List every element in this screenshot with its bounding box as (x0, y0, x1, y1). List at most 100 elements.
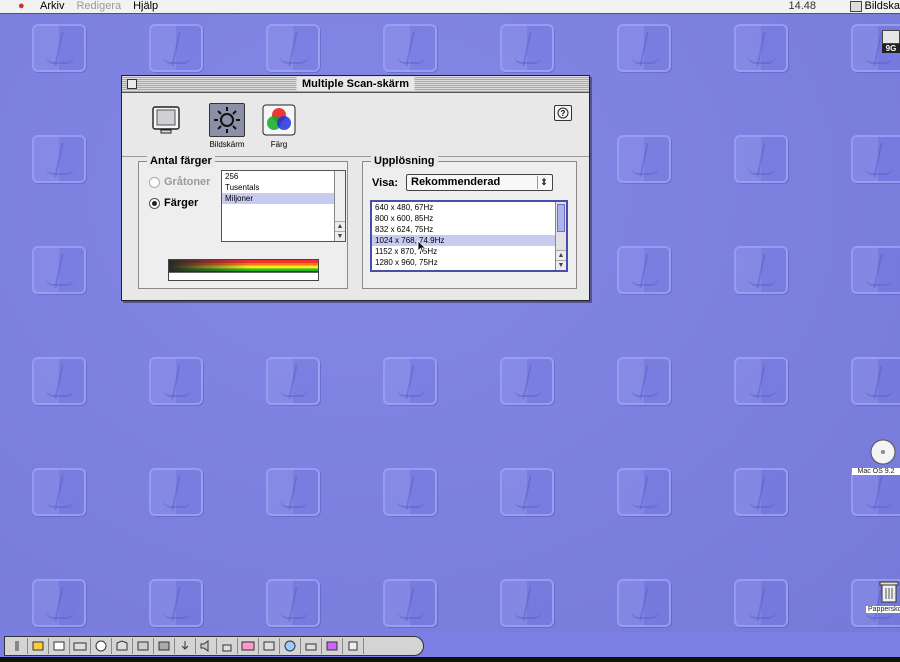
desktop-pattern-tile (266, 579, 320, 627)
panel-toolbar: Bildskärm Färg ? (122, 94, 589, 156)
resolution-option[interactable]: 800 x 600, 85Hz (372, 213, 566, 224)
color-spectrum-preview (168, 259, 319, 281)
desktop-pattern-tile (734, 357, 788, 405)
desktop-pattern-tile (617, 135, 671, 183)
cd-disc-label: Mac OS 9.2 (852, 468, 900, 475)
printer-icon[interactable] (175, 638, 196, 654)
energy-saver-icon[interactable] (322, 638, 343, 654)
application-name: Bildska (864, 0, 900, 12)
window-title: Multiple Scan-skärm (296, 77, 415, 91)
desktop-pattern-tile (32, 468, 86, 516)
monitor-resolution-icon[interactable] (154, 638, 175, 654)
radio-farger-dot (149, 197, 160, 209)
desktop-pattern-tile (851, 246, 900, 294)
radio-gratoner-dot (149, 176, 160, 188)
desktop-pattern-tile (734, 468, 788, 516)
desktop-pattern-tile (32, 24, 86, 72)
resolution-option[interactable]: 1152 x 870, 75Hz (372, 246, 566, 257)
resolution-option[interactable]: 1280 x 960, 75Hz (372, 257, 566, 268)
cd-strip-icon[interactable] (49, 638, 70, 654)
toolbar-monitor-button[interactable] (146, 103, 186, 140)
desktop-pattern-tile (851, 357, 900, 405)
window-title-bar[interactable]: Multiple Scan-skärm (122, 76, 589, 93)
resolution-scrollbar[interactable]: ▲ ▼ (555, 202, 566, 270)
desktop-pattern-tile (383, 357, 437, 405)
desktop-pattern-tile (500, 579, 554, 627)
radio-farger[interactable]: Färger (149, 197, 198, 209)
desktop-pattern-tile (383, 579, 437, 627)
chevron-updown-icon: ⇕ (537, 176, 550, 189)
toolbar-farg-button[interactable]: Färg (259, 103, 299, 149)
printer-strip-icon[interactable] (301, 638, 322, 654)
color-depth-option-selected[interactable]: Miljoner (222, 193, 345, 204)
keyboard-icon[interactable] (91, 638, 112, 654)
svg-text:?: ? (561, 109, 566, 118)
visa-select[interactable]: Rekommenderad ⇕ (406, 174, 553, 191)
application-menu[interactable]: Bildska (849, 0, 900, 13)
resolution-option-selected[interactable]: 1024 x 768, 74.9Hz (372, 235, 566, 246)
menu-hjalp[interactable]: Hjälp (133, 0, 158, 13)
help-button[interactable]: ? (554, 105, 572, 121)
desktop-pattern-tile (149, 357, 203, 405)
resolution-group: Upplösning Visa: Rekommenderad ⇕ 640 x 4… (362, 154, 577, 289)
desktop-pattern-tile (32, 579, 86, 627)
remote-access-icon[interactable] (238, 638, 259, 654)
scroll-up-arrow-icon[interactable]: ▲ (556, 250, 566, 260)
cd-disc-icon[interactable]: Mac OS 9.2 (852, 438, 900, 475)
desktop-pattern-tile (266, 357, 320, 405)
web-sharing-icon[interactable] (280, 638, 301, 654)
desktop-pattern-tile (500, 24, 554, 72)
control-strip-tab-icon[interactable] (7, 638, 28, 654)
color-depth-list[interactable]: 256 Tusentals Miljoner ▲ ▼ (221, 170, 346, 242)
radio-gratoner[interactable]: Gråtoner (149, 176, 210, 188)
menu-arkiv[interactable]: Arkiv (40, 0, 64, 13)
menu-bar: ● Arkiv Redigera Hjälp 14.48 Bildska (0, 0, 900, 14)
desktop-pattern-tile (266, 468, 320, 516)
desktop-pattern-tile (851, 135, 900, 183)
scroll-down-arrow-icon[interactable]: ▼ (556, 260, 566, 270)
mouse-cursor-icon (417, 240, 427, 254)
extensions-icon[interactable] (343, 638, 364, 654)
toolbar-farg-label: Färg (270, 140, 288, 149)
menu-redigera[interactable]: Redigera (76, 0, 121, 13)
speaker-volume-icon[interactable] (196, 638, 217, 654)
desktop-pattern-tile (149, 579, 203, 627)
hard-drive-icon[interactable]: 9G (882, 30, 900, 53)
desktop-pattern-tile (32, 135, 86, 183)
desktop-pattern-tile (617, 579, 671, 627)
scroll-down-arrow-icon[interactable]: ▼ (335, 231, 345, 241)
disc-icon (870, 439, 896, 465)
color-depth-scrollbar[interactable]: ▲ ▼ (334, 171, 345, 241)
menu-clock[interactable]: 14.48 (788, 0, 816, 13)
resolution-option[interactable]: 640 x 480, 67Hz (372, 202, 566, 213)
desktop-pattern-tile (734, 24, 788, 72)
resolution-scroll-thumb[interactable] (557, 204, 565, 232)
trash-icon[interactable]: Papperskorg (866, 580, 900, 613)
color-depth-option[interactable]: Tusentals (222, 182, 345, 193)
location-icon[interactable] (112, 638, 133, 654)
lock-icon[interactable] (217, 638, 238, 654)
radio-farger-label: Färger (164, 197, 199, 209)
visa-select-value: Rekommenderad (411, 176, 501, 188)
desktop-pattern-tile (149, 24, 203, 72)
file-sharing-icon[interactable] (70, 638, 91, 654)
desktop-pattern-tile (500, 468, 554, 516)
desktop-pattern-tile (32, 357, 86, 405)
desktop-pattern-tile (851, 468, 900, 516)
color-depth-option[interactable]: 256 (222, 171, 345, 182)
help-icon: ? (557, 107, 569, 119)
toolbar-bildskarm-button[interactable]: Bildskärm (207, 103, 247, 149)
radio-gratoner-label: Gråtoner (164, 176, 211, 188)
colors-group: Antal färger Gråtoner Färger 256 Tusenta… (138, 154, 348, 289)
trash-can-icon (879, 581, 899, 603)
desktop-pattern-tile (266, 24, 320, 72)
monitor-bit-depth-icon[interactable] (133, 638, 154, 654)
sound-input-icon[interactable] (259, 638, 280, 654)
scroll-up-arrow-icon[interactable]: ▲ (335, 221, 345, 231)
resolution-group-title: Upplösning (371, 154, 438, 168)
window-close-box[interactable] (127, 79, 137, 89)
resolution-option[interactable]: 832 x 624, 75Hz (372, 224, 566, 235)
resolution-list[interactable]: 640 x 480, 67Hz 800 x 600, 85Hz 832 x 62… (370, 200, 568, 272)
apple-menu-icon[interactable]: ● (18, 0, 32, 13)
appletalk-icon[interactable] (28, 638, 49, 654)
